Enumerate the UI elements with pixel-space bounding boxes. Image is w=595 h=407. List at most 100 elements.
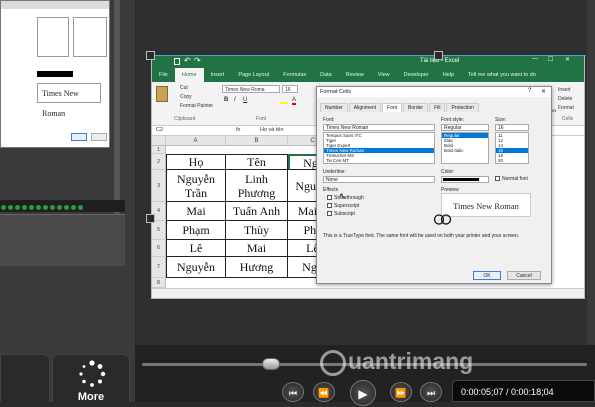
- more-button[interactable]: More: [52, 354, 130, 403]
- tab-developer[interactable]: Developer: [397, 68, 436, 82]
- table-cell[interactable]: Họ: [166, 154, 226, 170]
- close-icon[interactable]: ✕: [565, 56, 570, 63]
- font-list[interactable]: Tempus Sans ITC Tiger Tiger Expert Times…: [323, 132, 435, 164]
- fast-forward-icon: ⏩: [395, 388, 407, 398]
- tab-alignment[interactable]: Alignment: [348, 103, 382, 112]
- name-box[interactable]: C2: [154, 127, 190, 134]
- clipboard-group-label: Clipboard: [174, 116, 196, 122]
- fast-forward-button[interactable]: ⏩: [390, 382, 412, 402]
- tab-view[interactable]: View: [371, 68, 397, 82]
- size-list[interactable]: 11 12 14 16 18 20: [495, 132, 529, 164]
- tab-formulas[interactable]: Formulas: [276, 68, 313, 82]
- tab-number[interactable]: Number: [320, 103, 348, 112]
- ok-button[interactable]: OK: [473, 271, 501, 280]
- tab-fill[interactable]: Fill: [429, 103, 446, 112]
- rewind-icon: ⏪: [318, 388, 330, 398]
- table-cell[interactable]: Nguyễn Trần: [166, 170, 226, 202]
- minimize-icon[interactable]: —: [532, 56, 538, 62]
- thumbnail-clip[interactable]: [0, 214, 125, 266]
- save-icon[interactable]: [174, 58, 180, 65]
- table-cell[interactable]: Thùy: [226, 221, 288, 240]
- resize-handle-top[interactable]: [434, 51, 443, 60]
- list-item[interactable]: Bold Italic: [442, 148, 488, 153]
- cancel-button[interactable]: Cancel: [507, 271, 541, 280]
- tab-insert[interactable]: Insert: [204, 68, 232, 82]
- row-header-7[interactable]: 7: [152, 257, 166, 278]
- table-cell[interactable]: Phạm: [166, 221, 226, 240]
- row-header-8[interactable]: 8: [152, 278, 166, 288]
- font-size-box[interactable]: 16: [282, 85, 298, 93]
- tell-me-search[interactable]: Tell me what you want to do: [461, 68, 543, 82]
- row-header-2[interactable]: 2: [152, 154, 166, 170]
- table-cell[interactable]: Nguyễn: [166, 257, 226, 278]
- color-picker[interactable]: [441, 176, 489, 183]
- tab-font[interactable]: Font: [382, 103, 403, 112]
- fill-color-icon[interactable]: [280, 98, 288, 104]
- font-name-box[interactable]: Times New Roma: [222, 85, 280, 93]
- maximize-icon[interactable]: ☐: [548, 56, 553, 63]
- rewind-button[interactable]: ⏪: [313, 382, 335, 402]
- row-header-3[interactable]: 3: [152, 170, 166, 202]
- paste-icon[interactable]: [156, 86, 168, 102]
- dialog-tabs: Number Alignment Font Border Fill Protection: [320, 103, 480, 112]
- redo-icon[interactable]: ↷: [194, 56, 201, 65]
- tab-border[interactable]: Border: [403, 103, 429, 112]
- thumbnail-ok-button: [71, 133, 87, 141]
- copy-button[interactable]: Copy: [180, 94, 192, 100]
- font-style-input[interactable]: Regular: [441, 124, 489, 131]
- help-button[interactable]: ?: [528, 88, 531, 94]
- table-cell[interactable]: Mai: [226, 240, 288, 257]
- italic-button[interactable]: I: [234, 97, 236, 103]
- select-all-corner[interactable]: [152, 136, 166, 146]
- table-cell[interactable]: Hương: [226, 257, 288, 278]
- list-item[interactable]: 20: [496, 158, 528, 163]
- dialog-close-button[interactable]: ✕: [541, 88, 546, 95]
- subscript-checkbox[interactable]: Subscript: [327, 211, 355, 217]
- tab-page-layout[interactable]: Page Layout: [231, 68, 276, 82]
- table-cell[interactable]: Mai: [166, 202, 226, 221]
- normal-font-checkbox[interactable]: Normal font: [495, 176, 528, 182]
- format-painter-button[interactable]: Format Painter: [180, 103, 213, 109]
- cut-button[interactable]: Cut: [180, 85, 188, 91]
- thumbnail-format-cells[interactable]: Times New Roman: [0, 0, 110, 148]
- media-tab[interactable]: [0, 354, 50, 402]
- insert-button[interactable]: Insert: [558, 87, 571, 93]
- list-item[interactable]: Tw Cen MT: [324, 158, 434, 163]
- table-cell[interactable]: Tuấn Anh: [226, 202, 288, 221]
- right-scrollbar[interactable]: [587, 0, 595, 345]
- superscript-checkbox[interactable]: Superscript: [327, 203, 359, 209]
- delete-button[interactable]: Delete: [558, 96, 572, 102]
- table-cell[interactable]: Lê: [166, 240, 226, 257]
- underline-select[interactable]: None: [323, 176, 435, 183]
- seek-knob[interactable]: [262, 358, 280, 370]
- font-style-list[interactable]: Regular Italic Bold Bold Italic: [441, 132, 489, 164]
- size-input[interactable]: 16: [495, 124, 529, 131]
- skip-back-button[interactable]: ⏮: [282, 382, 304, 402]
- row-header-5[interactable]: 5: [152, 221, 166, 240]
- col-header-a[interactable]: A: [166, 136, 226, 146]
- tab-protection[interactable]: Protection: [446, 103, 479, 112]
- resize-handle-top-left[interactable]: [146, 51, 155, 60]
- col-header-b[interactable]: B: [226, 136, 288, 146]
- table-cell[interactable]: Linh Phương: [226, 170, 288, 202]
- play-button[interactable]: ▶: [350, 380, 376, 406]
- row-header-1[interactable]: 1: [152, 146, 166, 154]
- undo-icon[interactable]: ↶: [184, 56, 191, 65]
- resize-handle-left[interactable]: [146, 214, 155, 223]
- format-cells-dialog: Format Cells ? ✕ Number Alignment Font Bord…: [316, 86, 552, 284]
- tab-help[interactable]: Help: [436, 68, 461, 82]
- font-color-icon[interactable]: A: [292, 97, 297, 105]
- tab-data[interactable]: Data: [313, 68, 339, 82]
- skip-forward-button[interactable]: ⏭: [420, 382, 442, 402]
- bold-button[interactable]: B: [224, 97, 228, 103]
- tab-file[interactable]: File: [152, 68, 175, 82]
- formula-input[interactable]: Họ và tên: [260, 127, 284, 133]
- table-cell[interactable]: Tên: [226, 154, 288, 170]
- format-button[interactable]: Format: [558, 105, 574, 111]
- tab-home[interactable]: Home: [174, 68, 204, 82]
- font-name-input[interactable]: Times New Roman: [323, 124, 435, 131]
- taskbar-strip: [0, 200, 125, 212]
- tab-review[interactable]: Review: [339, 68, 371, 82]
- row-header-6[interactable]: 6: [152, 240, 166, 257]
- underline-button[interactable]: U: [243, 97, 247, 103]
